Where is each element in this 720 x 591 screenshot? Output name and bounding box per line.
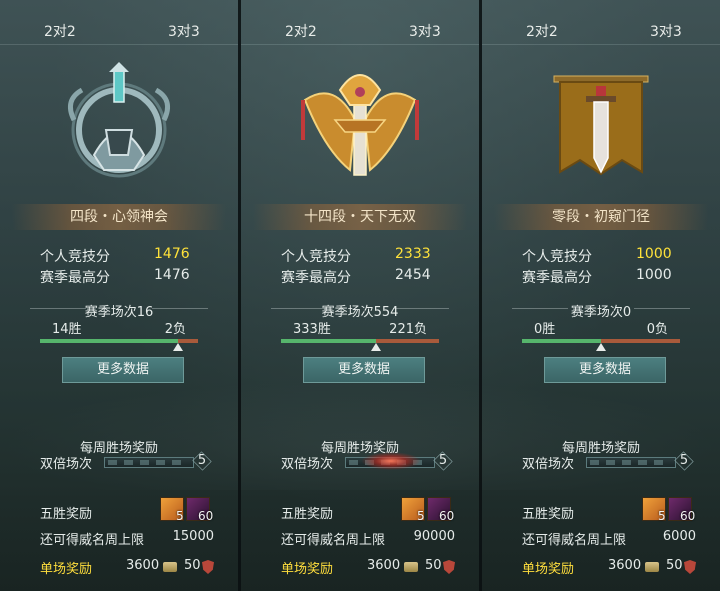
banner-sword-emblem-icon — [536, 60, 666, 190]
panel-divider-1 — [238, 0, 241, 591]
season-line-right — [393, 308, 449, 309]
win-fill — [40, 339, 179, 343]
season-matches: 赛季场次0 — [570, 305, 632, 320]
win-ratio-marker — [596, 343, 606, 351]
reward-gem-count: 60 — [439, 509, 455, 523]
single-shield-value: 50 — [184, 558, 201, 573]
reward-gem-count: 60 — [680, 509, 696, 523]
fame-limit-label: 还可得威名周上限 — [40, 533, 145, 548]
personal-score-value: 1000 — [636, 246, 672, 262]
double-matches-label: 双倍场次 — [281, 457, 334, 472]
double-bar-glow — [361, 452, 421, 470]
single-reward-label: 单场奖励 — [281, 562, 334, 577]
coin-icon — [404, 562, 418, 572]
personal-score-value: 2333 — [395, 246, 431, 262]
arena-panel-3: 2对2 3对3 零段・初窥门径 个人竞技分 1000 赛季最高分 1000 赛季… — [482, 0, 720, 591]
win-fill — [281, 339, 376, 343]
more-data-button[interactable]: 更多数据 — [303, 357, 425, 383]
tab-3v3[interactable]: 3对3 — [168, 21, 200, 41]
losses-count: 0负 — [646, 322, 668, 337]
five-win-label: 五胜奖励 — [281, 507, 334, 522]
rank-title: 四段・心领神会 — [0, 204, 238, 230]
win-ratio-marker — [370, 343, 381, 351]
personal-score-label: 个人竞技分 — [281, 249, 351, 265]
reward-gem-count: 60 — [198, 509, 214, 523]
single-coin-value: 3600 — [367, 558, 401, 573]
single-coin-value: 3600 — [126, 558, 160, 573]
season-best-value: 2454 — [395, 267, 431, 283]
single-reward-label: 单场奖励 — [522, 562, 575, 577]
tab-2v2[interactable]: 2对2 — [526, 21, 558, 41]
arena-panel-1: 2对2 3对3 四段・心领神会 个人竞技分 1476 赛季最高分 1476 赛季… — [0, 0, 238, 591]
silver-helmet-emblem-icon — [54, 60, 184, 190]
double-count-badge: 5 — [674, 451, 694, 471]
golden-winged-sword-emblem-icon — [295, 60, 425, 190]
win-loss-bar — [281, 339, 439, 351]
single-coin-value: 3600 — [608, 558, 642, 573]
shield-icon — [202, 560, 214, 574]
panel-divider-2 — [479, 0, 482, 591]
single-shield-value: 50 — [425, 558, 442, 573]
personal-score-value: 1476 — [154, 246, 190, 262]
fame-limit-label: 还可得威名周上限 — [522, 533, 627, 548]
fame-limit-value: 15000 — [172, 529, 214, 544]
more-data-button[interactable]: 更多数据 — [62, 357, 184, 383]
fame-limit-value: 90000 — [413, 529, 455, 544]
tab-3v3[interactable]: 3对3 — [409, 21, 441, 41]
season-best-value: 1000 — [636, 267, 672, 283]
tab-2v2[interactable]: 2对2 — [285, 21, 317, 41]
more-data-button[interactable]: 更多数据 — [544, 357, 666, 383]
win-loss-bar — [522, 339, 680, 351]
double-matches-bar — [104, 457, 194, 468]
mode-tabs: 2对2 3对3 — [0, 18, 238, 42]
season-best-label: 赛季最高分 — [281, 270, 351, 286]
season-line-right — [634, 308, 690, 309]
arena-panel-2: 2对2 3对3 十四段・天下无双 个人竞技分 2333 赛季最高分 2454 赛… — [241, 0, 479, 591]
season-matches: 赛季场次554 — [321, 305, 399, 320]
win-ratio-marker — [173, 343, 184, 351]
double-matches-label: 双倍场次 — [40, 457, 93, 472]
reward-item-count: 5 — [176, 509, 184, 523]
mode-tabs: 2对2 3对3 — [482, 18, 720, 42]
double-count-badge: 5 — [192, 451, 212, 471]
season-best-value: 1476 — [154, 267, 190, 283]
personal-score-label: 个人竞技分 — [522, 249, 592, 265]
five-win-label: 五胜奖励 — [522, 507, 575, 522]
losses-count: 2负 — [164, 322, 186, 337]
wins-count: 0胜 — [534, 322, 556, 337]
personal-score-label: 个人竞技分 — [40, 249, 110, 265]
mode-tabs: 2对2 3对3 — [241, 18, 479, 42]
single-shield-value: 50 — [666, 558, 683, 573]
win-fill — [522, 339, 601, 343]
five-win-label: 五胜奖励 — [40, 507, 93, 522]
shield-icon — [684, 560, 696, 574]
season-line-right — [152, 308, 208, 309]
coin-icon — [645, 562, 659, 572]
wins-count: 14胜 — [52, 322, 82, 337]
tab-divider — [0, 44, 238, 45]
reward-item-count: 5 — [658, 509, 666, 523]
rank-title: 零段・初窥门径 — [482, 204, 720, 230]
coin-icon — [163, 562, 177, 572]
season-matches: 赛季场次16 — [84, 305, 154, 320]
tab-3v3[interactable]: 3对3 — [650, 21, 682, 41]
season-best-label: 赛季最高分 — [40, 270, 110, 286]
shield-icon — [443, 560, 455, 574]
double-matches-bar — [586, 457, 676, 468]
tab-divider — [241, 44, 479, 45]
win-loss-bar — [40, 339, 198, 351]
rank-title: 十四段・天下无双 — [241, 204, 479, 230]
losses-count: 221负 — [389, 322, 427, 337]
season-best-label: 赛季最高分 — [522, 270, 592, 286]
double-matches-label: 双倍场次 — [522, 457, 575, 472]
tab-2v2[interactable]: 2对2 — [44, 21, 76, 41]
fame-limit-label: 还可得威名周上限 — [281, 533, 386, 548]
wins-count: 333胜 — [293, 322, 331, 337]
reward-item-count: 5 — [417, 509, 425, 523]
tab-divider — [482, 44, 720, 45]
double-count-badge: 5 — [433, 451, 453, 471]
single-reward-label: 单场奖励 — [40, 562, 93, 577]
fame-limit-value: 6000 — [662, 529, 696, 544]
